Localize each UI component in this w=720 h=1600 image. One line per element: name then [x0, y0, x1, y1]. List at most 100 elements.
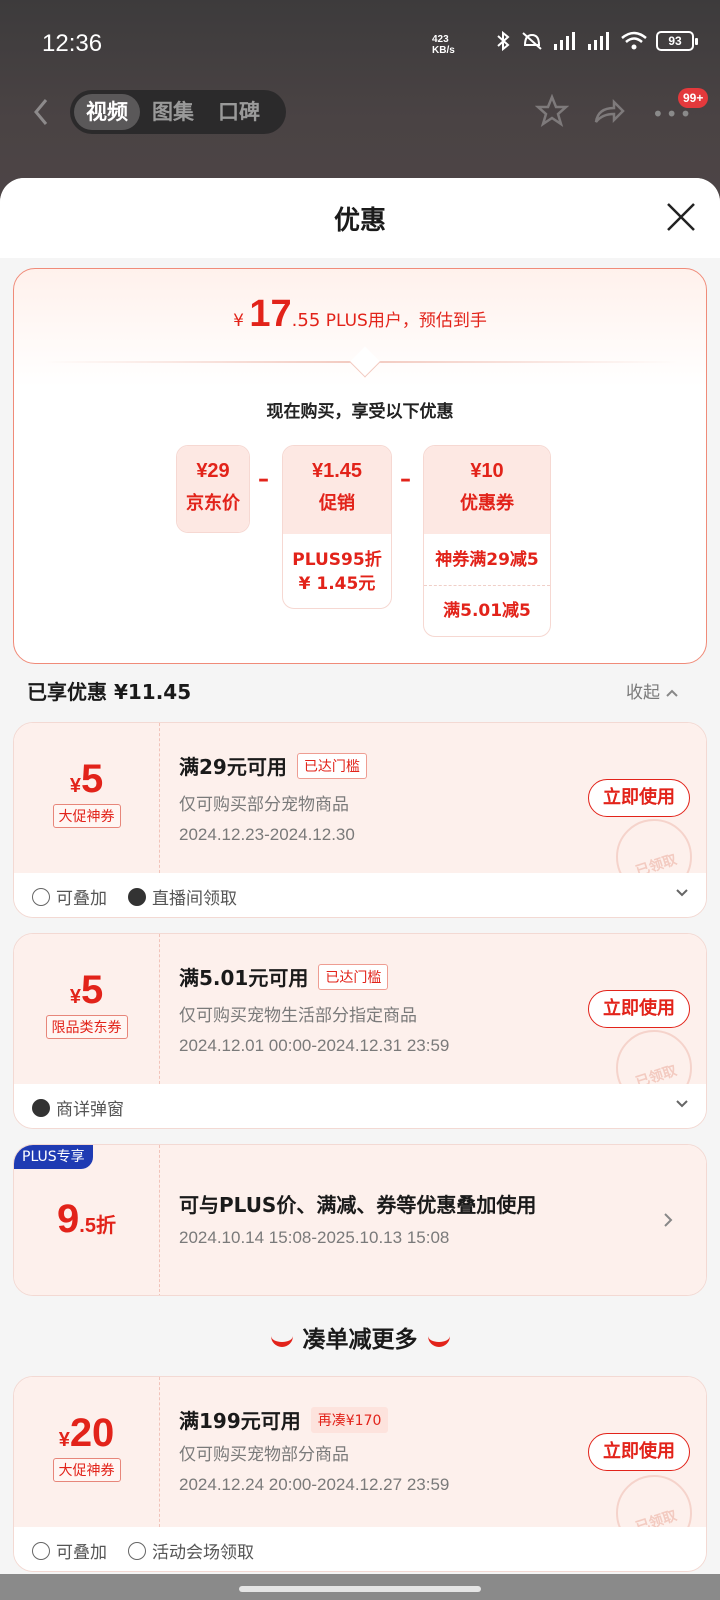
coupon-type-tag: 限品类东券	[45, 1015, 128, 1039]
coupon-box: ¥10 优惠券 神券满29减5 满5.01减5	[423, 445, 551, 637]
enjoyed-discount-row: 已享优惠 ¥11.45 收起	[0, 672, 720, 712]
coupon-validity: 2024.12.23-2024.12.30	[179, 825, 355, 844]
coupon-item: 神券满29减5	[424, 534, 550, 586]
promo-label: 促销	[319, 493, 355, 514]
promo-amount: ¥1.45	[311, 460, 363, 482]
network-speed: 423 KB/s	[432, 34, 455, 56]
stackable-icon	[32, 887, 50, 906]
top-nav: 视频 图集 口碑 ••• 99+	[0, 88, 720, 136]
chevron-up-icon	[666, 689, 679, 697]
close-icon[interactable]	[664, 200, 698, 234]
collapse-label: 收起	[626, 683, 660, 703]
notification-badge: 99+	[678, 88, 709, 108]
favorite-star-icon[interactable]	[535, 94, 569, 128]
bluetooth-icon	[497, 30, 510, 52]
jd-price-box: ¥29 京东价	[176, 445, 250, 533]
signal-2-icon	[588, 32, 609, 50]
discount-sheet: 优惠 ¥ 17.55 PLUS用户，预估到手 现在购买，享受以下优惠 ¥29 京…	[0, 178, 720, 1600]
coupon-item: 满5.01减5	[443, 601, 531, 621]
jd-price-label: 京东价	[186, 493, 240, 514]
event-venue-icon	[128, 1541, 146, 1560]
jd-price-amount: ¥29	[196, 460, 230, 482]
coupon-validity: 2024.12.24 20:00-2024.12.27 23:59	[179, 1475, 450, 1494]
plus-discount-card[interactable]: PLUS专享 9.5折 可与PLUS价、满减、券等优惠叠加使用 2024.10.…	[13, 1144, 707, 1296]
enjoyed-discount-total: 已享优惠 ¥11.45	[27, 680, 192, 704]
home-indicator[interactable]	[239, 1586, 481, 1592]
coupon-status-badge: 再凑¥170	[310, 1406, 389, 1433]
coupon-card: ¥20 大促神券 满199元可用 再凑¥170 仅可购买宠物部分商品 2024.1…	[13, 1376, 707, 1572]
chevron-down-icon[interactable]	[674, 885, 690, 901]
product-popup-icon	[32, 1098, 50, 1117]
coupon-label: 优惠券	[460, 493, 514, 514]
coupon-status-badge: 已达门槛	[318, 963, 389, 990]
use-now-button[interactable]: 立即使用	[588, 779, 690, 817]
coupon-type-tag: 大促神券	[52, 804, 121, 828]
plus-value-block: 9.5折	[14, 1145, 159, 1295]
plus-validity: 2024.10.14 15:08-2025.10.13 15:08	[179, 1228, 450, 1247]
coupon-value: 20	[69, 1411, 115, 1455]
status-time: 12:36	[42, 30, 103, 57]
coupon-foot-label: 商详弹窗	[56, 1100, 124, 1120]
coupon-threshold: 满199元可用	[179, 1409, 301, 1433]
status-icons: 93	[494, 30, 698, 52]
coupon-divider	[159, 1377, 160, 1527]
coupon-value: 5	[80, 968, 104, 1012]
status-bar: 12:36 423 KB/s 93	[0, 0, 720, 90]
plus-value-dec: .5折	[79, 1215, 116, 1237]
coupon-card: ¥5 大促神券 满29元可用 已达门槛 仅可购买部分宠物商品 2024.12.23…	[13, 722, 707, 918]
estimated-dec: .55	[291, 310, 321, 331]
use-now-button[interactable]: 立即使用	[588, 990, 690, 1028]
coupon-scope: 仅可购买宠物部分商品	[179, 1445, 349, 1465]
coupon-scope: 仅可购买宠物生活部分指定商品	[179, 1006, 417, 1026]
coupon-yen: ¥	[69, 986, 81, 1008]
share-icon[interactable]	[592, 94, 626, 128]
coupon-divider	[159, 934, 160, 1084]
battery-indicator: 93	[656, 31, 698, 51]
minus-sign: –	[400, 467, 411, 492]
coupon-type-tag: 大促神券	[52, 1458, 121, 1482]
coupon-status-badge: 已达门槛	[296, 752, 367, 779]
tab-gallery[interactable]: 图集	[140, 94, 206, 130]
coupon-footer[interactable]: 商详弹窗	[14, 1084, 706, 1128]
coupon-divider	[159, 723, 160, 873]
live-room-icon	[128, 887, 146, 906]
smile-decoration-icon	[270, 1335, 293, 1347]
coupon-footer[interactable]: 可叠加 活动会场领取	[14, 1527, 706, 1571]
network-speed-unit: KB/s	[432, 45, 455, 56]
coupon-foot-label: 活动会场领取	[152, 1543, 254, 1563]
plus-description: 可与PLUS价、满减、券等优惠叠加使用	[179, 1193, 537, 1217]
media-tabs: 视频 图集 口碑	[70, 90, 286, 134]
coupon-value: 5	[80, 757, 104, 801]
divider-notch	[349, 346, 381, 378]
estimated-yen: ¥	[233, 311, 244, 331]
back-icon[interactable]	[26, 94, 56, 130]
promo-detail-line2: ¥ 1.45元	[298, 574, 376, 594]
coupon-foot-label: 可叠加	[56, 889, 107, 909]
smile-decoration-icon	[427, 1335, 450, 1347]
tab-reviews[interactable]: 口碑	[206, 94, 272, 130]
wifi-icon	[621, 31, 647, 50]
promo-box: ¥1.45 促销 PLUS95折 ¥ 1.45元	[282, 445, 392, 609]
plus-value-int: 9	[57, 1197, 80, 1241]
collapse-button[interactable]: 收起	[626, 678, 679, 703]
estimated-label: PLUS用户，预估到手	[325, 311, 487, 331]
estimated-int: 17	[249, 293, 292, 335]
coupon-yen: ¥	[69, 775, 81, 797]
stackable-icon	[32, 1541, 50, 1560]
coupon-amount: ¥10	[470, 460, 504, 482]
sheet-title: 优惠	[333, 206, 386, 236]
tab-video[interactable]: 视频	[74, 94, 140, 130]
coupon-footer[interactable]: 可叠加 直播间领取	[14, 873, 706, 917]
coupon-yen: ¥	[58, 1429, 70, 1451]
coupon-threshold: 满5.01元可用	[179, 966, 309, 990]
coupon-validity: 2024.12.01 00:00-2024.12.31 23:59	[179, 1036, 450, 1055]
minus-sign: –	[258, 467, 269, 492]
sheet-header: 优惠	[0, 178, 720, 258]
coupon-foot-label: 可叠加	[56, 1543, 107, 1563]
price-summary-card: ¥ 17.55 PLUS用户，预估到手 现在购买，享受以下优惠 ¥29 京东价 …	[13, 268, 707, 664]
chevron-right-icon	[664, 1213, 673, 1227]
use-now-button[interactable]: 立即使用	[588, 1433, 690, 1471]
network-speed-value: 423	[432, 34, 449, 45]
chevron-down-icon[interactable]	[674, 1096, 690, 1112]
coupon-scope: 仅可购买部分宠物商品	[179, 795, 349, 815]
